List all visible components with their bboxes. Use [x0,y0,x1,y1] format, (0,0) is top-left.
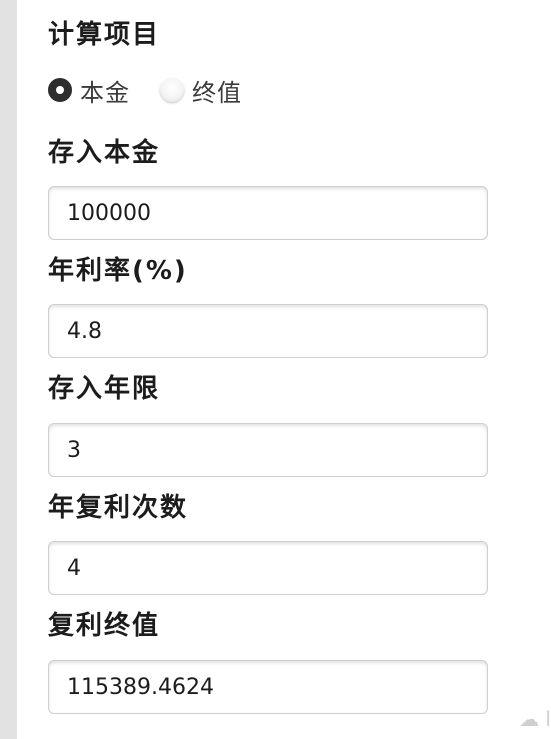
radio-option-final-value[interactable]: 终值 [160,73,242,108]
calc-item-radio-group: 本金 终值 [48,70,272,110]
calculator-page: 计算项目 本金 终值 存入本金 年利率(%) 存入年限 年复利次数 复利终值 ☁… [0,0,551,739]
final-value-label: 复利终值 [48,611,161,641]
principal-label: 存入本金 [48,138,161,168]
annual-rate-label: 年利率(%) [48,256,188,286]
compound-times-input[interactable] [48,541,488,595]
final-value-input[interactable] [48,660,488,714]
radio-label-final-value: 终值 [192,78,242,107]
compound-times-label: 年复利次数 [48,493,189,523]
left-sidebar-strip [0,0,17,739]
deposit-years-input[interactable] [48,423,488,477]
principal-input[interactable] [48,186,488,240]
radio-checked-icon[interactable] [48,78,72,102]
radio-label-principal: 本金 [80,78,130,107]
watermark-logo: ☁ l [519,707,551,731]
calc-item-title: 计算项目 [48,20,161,50]
radio-option-principal[interactable]: 本金 [48,73,130,108]
radio-unchecked-icon[interactable] [160,78,184,102]
annual-rate-input[interactable] [48,304,488,358]
deposit-years-label: 存入年限 [48,374,161,404]
